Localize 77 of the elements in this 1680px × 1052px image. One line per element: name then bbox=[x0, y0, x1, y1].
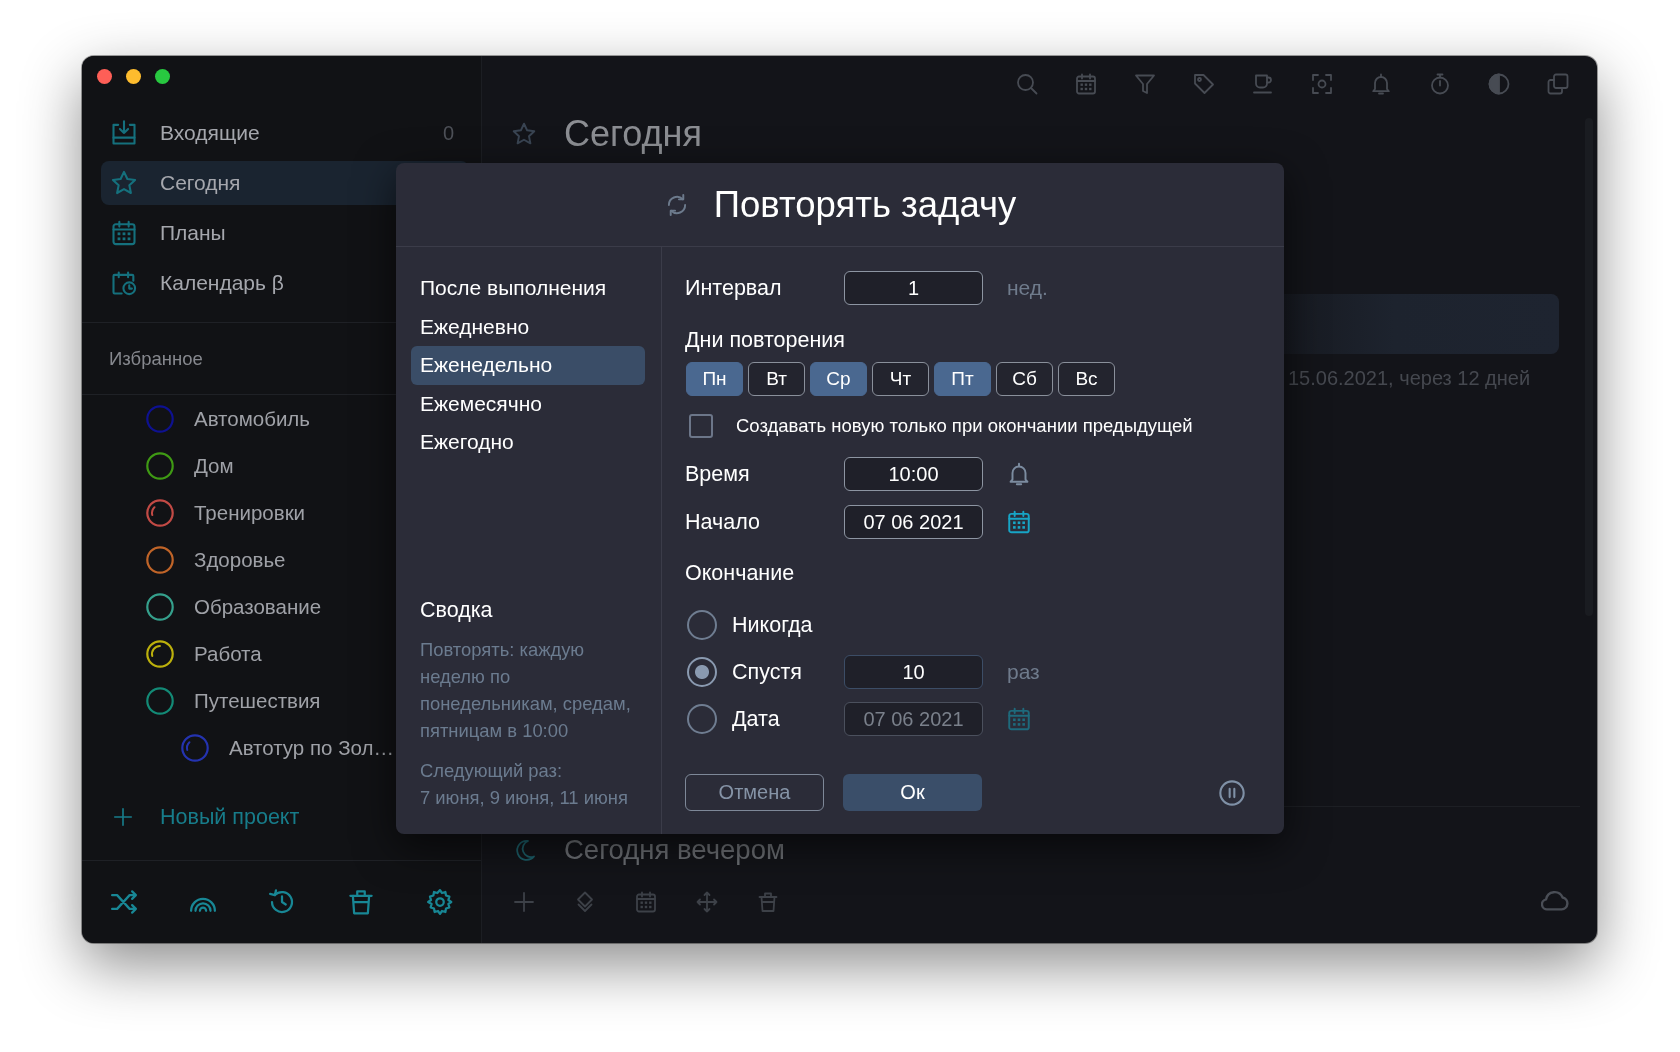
radio-button[interactable] bbox=[687, 704, 717, 734]
focus-frame-icon[interactable] bbox=[1310, 72, 1334, 96]
weekday-toggle[interactable]: Пт bbox=[934, 362, 991, 396]
radio-button[interactable] bbox=[687, 610, 717, 640]
weekday-toggle[interactable]: Пн bbox=[686, 362, 743, 396]
contrast-icon[interactable] bbox=[1487, 72, 1511, 96]
checkbox[interactable] bbox=[689, 414, 713, 438]
pause-icon[interactable] bbox=[1218, 778, 1246, 807]
task-row[interactable] bbox=[1284, 294, 1559, 354]
checkbox-label[interactable]: Создавать новую только при окончании предыдущей bbox=[736, 415, 1193, 437]
bell-icon[interactable] bbox=[1369, 72, 1393, 96]
cloud-icon[interactable] bbox=[1541, 890, 1569, 914]
plus-icon[interactable] bbox=[512, 890, 536, 914]
copy-icon[interactable] bbox=[1546, 72, 1570, 96]
radio-label[interactable]: Спустя bbox=[732, 659, 802, 685]
dialog-title: Повторять задачу bbox=[713, 183, 1017, 226]
nav-item[interactable]: Планы bbox=[101, 211, 469, 255]
field-label: Интервал bbox=[685, 275, 782, 301]
moon-icon bbox=[513, 838, 537, 862]
next-occurrence-label: Следующий раз: bbox=[420, 759, 563, 783]
calendar-icon[interactable] bbox=[1006, 706, 1032, 732]
section-title: Сегодня вечером bbox=[564, 833, 785, 867]
radio-label[interactable]: Дата bbox=[732, 706, 780, 732]
calendar-icon bbox=[110, 219, 138, 247]
weekday-toggle[interactable]: Ср bbox=[810, 362, 867, 396]
confirm-button[interactable]: Ок bbox=[843, 774, 982, 811]
page-title: Сегодня bbox=[564, 113, 702, 155]
repeat-mode-option[interactable]: Еженедельно bbox=[411, 346, 645, 385]
interval-field[interactable]: 1 bbox=[844, 271, 983, 305]
section-label: Дни повторения bbox=[685, 328, 845, 352]
field-label: Начало bbox=[685, 509, 760, 535]
summary-title: Сводка bbox=[420, 596, 493, 624]
count-field[interactable]: 10 bbox=[844, 655, 983, 689]
repeat-mode-option[interactable]: Ежегодно bbox=[411, 423, 645, 462]
calendar-icon[interactable] bbox=[1006, 509, 1032, 535]
close-button[interactable] bbox=[97, 69, 112, 84]
weekday-toggle[interactable]: Сб bbox=[996, 362, 1053, 396]
time-field[interactable]: 10:00 bbox=[844, 457, 983, 491]
calendar-clock-icon bbox=[110, 269, 138, 297]
search-icon[interactable] bbox=[1015, 72, 1039, 96]
date-field[interactable]: 07 06 2021 bbox=[844, 702, 983, 736]
zoom-button[interactable] bbox=[155, 69, 170, 84]
weekday-toggle[interactable]: Вс bbox=[1058, 362, 1115, 396]
shuffle-icon[interactable] bbox=[109, 887, 139, 917]
radio-label[interactable]: Никогда bbox=[732, 612, 813, 638]
minimize-button[interactable] bbox=[126, 69, 141, 84]
item-count: 0 bbox=[442, 121, 454, 145]
section-heading: Избранное bbox=[109, 347, 203, 370]
repeat-mode-option[interactable]: Ежемесячно bbox=[411, 384, 645, 423]
settings-icon[interactable] bbox=[425, 887, 455, 917]
star-icon bbox=[110, 169, 138, 197]
filter-icon[interactable] bbox=[1133, 72, 1157, 96]
project-item[interactable]: Тренировки bbox=[82, 489, 481, 536]
section-label: Окончание bbox=[685, 561, 795, 585]
unit-label: нед. bbox=[1007, 276, 1048, 300]
radio-button[interactable] bbox=[687, 657, 717, 687]
star-icon bbox=[511, 121, 537, 147]
calendar-icon[interactable] bbox=[1074, 72, 1098, 96]
trash-icon[interactable] bbox=[346, 887, 376, 917]
plus-icon bbox=[112, 806, 134, 828]
weekday-toggle[interactable]: Чт bbox=[872, 362, 929, 396]
date-field[interactable]: 07 06 2021 bbox=[844, 505, 983, 539]
repeat-mode-option[interactable]: Ежедневно bbox=[411, 307, 645, 346]
weekday-toggle[interactable]: Вт bbox=[748, 362, 805, 396]
field-label: Время bbox=[685, 461, 750, 487]
tag-icon[interactable] bbox=[1192, 72, 1216, 96]
cup-icon[interactable] bbox=[1251, 72, 1275, 96]
cancel-button[interactable]: Отмена bbox=[685, 774, 824, 811]
repeat-mode-option[interactable]: После выполнения bbox=[411, 269, 645, 308]
stopwatch-icon[interactable] bbox=[1428, 72, 1452, 96]
next-occurrence-dates: 7 июня, 9 июня, 11 июня bbox=[420, 786, 628, 810]
inbox-tray-icon bbox=[110, 119, 138, 147]
summary-text: Повторять: каждую неделю по понедельникам, средам, пятницам в 10:00 bbox=[420, 638, 632, 743]
nav-item[interactable]: Входящие 0 bbox=[101, 111, 469, 155]
project-item[interactable]: Здоровье bbox=[82, 536, 481, 583]
unit-label: раз bbox=[1007, 660, 1040, 684]
move-icon[interactable] bbox=[695, 890, 719, 914]
